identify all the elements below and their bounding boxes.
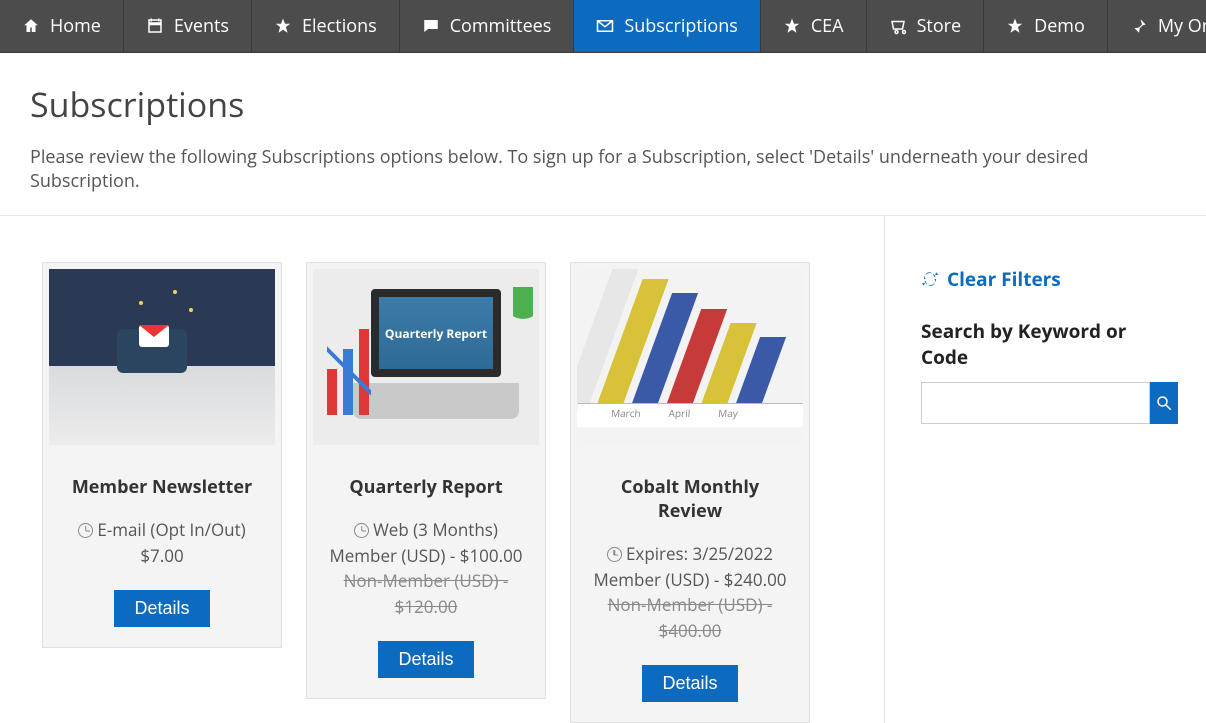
- card-image-label: Quarterly Report: [371, 289, 501, 377]
- search-icon: [1155, 394, 1173, 412]
- nav-label: Subscriptions: [624, 14, 737, 38]
- page-subtitle: Please review the following Subscription…: [30, 145, 1176, 193]
- nav-label: CEA: [811, 14, 844, 38]
- filter-sidebar: Clear Filters Search by Keyword or Code: [884, 216, 1206, 723]
- details-button[interactable]: Details: [378, 641, 473, 678]
- nav-label: My Orders: [1158, 14, 1206, 38]
- clear-filters-label: Clear Filters: [947, 266, 1061, 292]
- card-title: Member Newsletter: [59, 475, 265, 499]
- nav-label: Home: [50, 14, 101, 38]
- clear-filters-link[interactable]: Clear Filters: [921, 266, 1178, 292]
- card-image: March April May: [577, 269, 803, 445]
- nav-label: Elections: [302, 14, 377, 38]
- search-input[interactable]: [921, 382, 1150, 424]
- nav-home[interactable]: Home: [0, 0, 124, 52]
- subscription-card: March April May Cobalt Monthly Review Ex…: [570, 262, 810, 723]
- nav-my-orders[interactable]: My Orders: [1108, 0, 1206, 52]
- clock-icon: [78, 523, 93, 538]
- page-title: Subscriptions: [30, 81, 1176, 127]
- search-button[interactable]: [1150, 382, 1178, 424]
- subscription-cards: Member Newsletter E-mail (Opt In/Out) $7…: [0, 216, 884, 723]
- nav-store[interactable]: Store: [867, 0, 985, 52]
- star-icon: [1006, 17, 1024, 35]
- nav-label: Committees: [450, 14, 552, 38]
- nav-label: Events: [174, 14, 229, 38]
- page-header: Subscriptions Please review the followin…: [0, 53, 1206, 216]
- nav-cea[interactable]: CEA: [761, 0, 867, 52]
- search-label: Search by Keyword or Code: [921, 318, 1178, 370]
- card-nonmember-price: Non-Member (USD) - $400.00: [577, 592, 803, 643]
- home-icon: [22, 17, 40, 35]
- card-delivery: E-mail (Opt In/Out): [49, 517, 275, 543]
- nav-subscriptions[interactable]: Subscriptions: [574, 0, 760, 52]
- details-button[interactable]: Details: [114, 590, 209, 627]
- top-nav: Home Events Elections Committees Subscri…: [0, 0, 1206, 53]
- nav-events[interactable]: Events: [124, 0, 252, 52]
- cart-icon: [889, 17, 907, 35]
- clock-icon: [607, 547, 622, 562]
- card-delivery: Expires: 3/25/2022: [577, 541, 803, 567]
- card-image: [49, 269, 275, 445]
- chat-icon: [422, 17, 440, 35]
- nav-committees[interactable]: Committees: [400, 0, 575, 52]
- card-image: Quarterly Report: [313, 269, 539, 445]
- card-delivery: Web (3 Months): [313, 517, 539, 543]
- subscription-card: Quarterly Report Quarterly Report Web (3…: [306, 262, 546, 699]
- pin-icon: [1130, 17, 1148, 35]
- envelope-icon: [596, 17, 614, 35]
- card-title: Cobalt Monthly Review: [587, 475, 793, 523]
- clock-icon: [354, 523, 369, 538]
- nav-elections[interactable]: Elections: [252, 0, 400, 52]
- card-title: Quarterly Report: [323, 475, 529, 499]
- details-button[interactable]: Details: [642, 665, 737, 702]
- card-member-price: Member (USD) - $240.00: [577, 567, 803, 593]
- card-nonmember-price: Non-Member (USD) - $120.00: [313, 568, 539, 619]
- star-icon: [274, 17, 292, 35]
- nav-label: Demo: [1034, 14, 1085, 38]
- star-icon: [783, 17, 801, 35]
- nav-demo[interactable]: Demo: [984, 0, 1108, 52]
- nav-label: Store: [917, 14, 962, 38]
- calendar-icon: [146, 17, 164, 35]
- card-price: $7.00: [49, 543, 275, 569]
- card-member-price: Member (USD) - $100.00: [313, 543, 539, 569]
- subscription-card: Member Newsletter E-mail (Opt In/Out) $7…: [42, 262, 282, 648]
- refresh-icon: [921, 270, 939, 288]
